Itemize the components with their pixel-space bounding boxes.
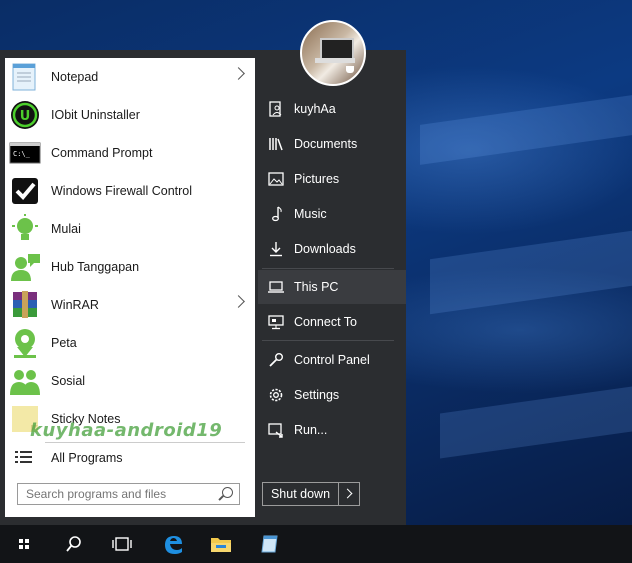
task-view-icon[interactable] (98, 525, 146, 563)
divider (262, 268, 394, 269)
right-item-label: Connect To (294, 315, 358, 329)
lightbulb-icon (9, 213, 41, 245)
program-item-iobit-uninstaller[interactable]: U IObit Uninstaller (5, 96, 255, 134)
watermark-text: kuyhaa-android19 (30, 420, 223, 441)
shutdown-options-chevron-icon[interactable] (339, 483, 359, 505)
program-label: Notepad (51, 70, 99, 84)
run-icon (268, 422, 284, 438)
right-item-user-folder[interactable]: kuyhAa (258, 92, 406, 126)
search-icon[interactable] (222, 487, 233, 498)
program-label: IObit Uninstaller (51, 108, 140, 122)
chevron-right-icon[interactable] (232, 67, 245, 80)
control-panel-icon (268, 352, 284, 368)
user-folder-icon (268, 101, 284, 117)
edge-icon[interactable] (149, 525, 197, 563)
program-item-mulai[interactable]: Mulai (5, 210, 255, 248)
program-label: Hub Tanggapan (51, 260, 140, 274)
winrar-icon (9, 289, 41, 321)
program-item-notepad[interactable]: Notepad (5, 58, 255, 96)
programs-pane: Notepad U IObit Uninstaller C:\_ Command… (5, 58, 255, 517)
downloads-icon (268, 241, 284, 257)
program-label: Sosial (51, 374, 86, 388)
maps-icon (9, 327, 41, 359)
program-item-windows-firewall-control[interactable]: Windows Firewall Control (5, 172, 255, 210)
start-icon[interactable] (0, 525, 48, 563)
file-explorer-icon[interactable] (197, 525, 245, 563)
right-item-run[interactable]: Run... (258, 413, 406, 447)
music-icon (268, 206, 284, 222)
search-input[interactable] (24, 484, 213, 504)
search-icon[interactable] (50, 525, 98, 563)
svg-text:U: U (20, 109, 31, 124)
notepad-icon[interactable] (246, 525, 294, 563)
right-item-settings[interactable]: Settings (258, 378, 406, 412)
shutdown-button[interactable]: Shut down (262, 482, 360, 506)
svg-text:C:\_: C:\_ (13, 150, 31, 158)
avatar[interactable] (300, 20, 366, 86)
right-item-label: Documents (294, 137, 358, 151)
search-box[interactable] (17, 483, 240, 505)
program-label: Peta (51, 336, 77, 350)
right-item-documents[interactable]: Documents (258, 127, 406, 161)
right-item-connect-to[interactable]: Connect To (258, 305, 406, 339)
shutdown-label[interactable]: Shut down (263, 483, 339, 505)
program-item-hub-tanggapan[interactable]: Hub Tanggapan (5, 248, 255, 286)
program-label: Mulai (51, 222, 81, 236)
program-item-peta[interactable]: Peta (5, 324, 255, 362)
notepad-icon (9, 61, 41, 93)
right-item-label: Control Panel (294, 353, 370, 367)
this-pc-icon (268, 279, 284, 295)
right-item-label: Music (294, 207, 327, 221)
right-item-label: Settings (294, 388, 340, 402)
pictures-icon (268, 171, 284, 187)
connect-to-icon (268, 314, 284, 330)
firewall-control-icon (9, 175, 41, 207)
list-icon (9, 448, 41, 468)
right-item-downloads[interactable]: Downloads (258, 232, 406, 266)
right-item-control-panel[interactable]: Control Panel (258, 343, 406, 377)
right-item-label: kuyhAa (294, 102, 336, 116)
settings-gear-icon (268, 387, 284, 403)
right-item-label: Downloads (294, 242, 356, 256)
iobit-uninstaller-icon: U (9, 99, 41, 131)
program-item-sosial[interactable]: Sosial (5, 362, 255, 400)
documents-icon (268, 136, 284, 152)
right-item-pictures[interactable]: Pictures (258, 162, 406, 196)
command-prompt-icon: C:\_ (9, 137, 41, 169)
right-item-label: This PC (294, 280, 339, 294)
all-programs-label: All Programs (51, 451, 123, 465)
all-programs-button[interactable]: All Programs (5, 444, 255, 472)
right-item-label: Run... (294, 423, 328, 437)
taskbar (0, 525, 632, 563)
program-label: Windows Firewall Control (51, 184, 193, 198)
right-item-music[interactable]: Music (258, 197, 406, 231)
right-item-this-pc[interactable]: This PC (258, 270, 406, 304)
program-label: WinRAR (51, 298, 99, 312)
program-item-winrar[interactable]: WinRAR (5, 286, 255, 324)
feedback-hub-icon (9, 251, 41, 283)
divider (262, 340, 394, 341)
people-icon (9, 365, 41, 397)
right-item-label: Pictures (294, 172, 340, 186)
program-item-command-prompt[interactable]: C:\_ Command Prompt (5, 134, 255, 172)
program-label: Command Prompt (51, 146, 153, 160)
divider (45, 442, 245, 443)
chevron-right-icon[interactable] (232, 295, 245, 308)
